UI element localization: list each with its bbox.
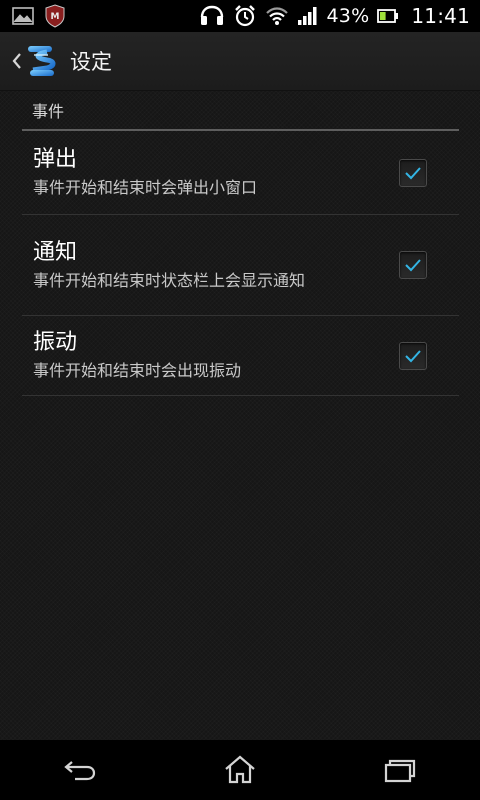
clock: 11:41 <box>411 4 470 28</box>
headset-icon <box>199 5 225 27</box>
pref-popup[interactable]: 弹出 事件开始和结束时会弹出小窗口 <box>22 131 459 215</box>
screen: M 43% 11:41 设定 事件 弹出 事件开始和结束时会弹出小窗口 通知 事… <box>0 0 480 800</box>
popup-checkbox[interactable] <box>399 158 427 187</box>
pref-title: 振动 <box>33 330 78 355</box>
app-logo-icon[interactable] <box>24 43 60 79</box>
pref-title: 弹出 <box>33 147 78 172</box>
gallery-icon <box>12 7 34 25</box>
recent-apps-icon[interactable] <box>345 740 455 800</box>
pref-summary: 事件开始和结束时会弹出小窗口 <box>33 178 258 197</box>
pref-vibration[interactable]: 振动 事件开始和结束时会出现振动 <box>22 316 459 396</box>
check-icon <box>405 349 421 362</box>
settings-list: 事件 弹出 事件开始和结束时会弹出小窗口 通知 事件开始和结束时状态栏上会显示通… <box>22 90 459 396</box>
navigation-bar <box>0 740 480 800</box>
wifi-icon <box>265 6 289 26</box>
check-icon <box>405 166 421 179</box>
notification-checkbox[interactable] <box>399 251 427 279</box>
check-icon <box>405 259 421 272</box>
action-bar: 设定 <box>0 32 480 91</box>
pref-notification[interactable]: 通知 事件开始和结束时状态栏上会显示通知 <box>22 215 459 316</box>
pref-summary: 事件开始和结束时会出现振动 <box>33 361 242 380</box>
svg-text:M: M <box>51 12 60 22</box>
pref-summary: 事件开始和结束时状态栏上会显示通知 <box>33 270 306 290</box>
status-bar: M 43% 11:41 <box>0 0 480 32</box>
vibration-checkbox[interactable] <box>399 341 427 370</box>
page-title: 设定 <box>70 50 112 74</box>
alarm-icon <box>233 4 257 28</box>
battery-icon <box>377 8 399 24</box>
mcafee-icon: M <box>44 4 66 28</box>
section-header: 事件 <box>22 90 459 131</box>
pref-title: 通知 <box>33 239 78 265</box>
back-icon[interactable] <box>25 740 135 800</box>
battery-percent: 43% <box>326 5 370 27</box>
chevron-left-icon[interactable] <box>2 32 22 90</box>
home-icon[interactable] <box>185 740 295 800</box>
signal-icon <box>297 6 319 26</box>
